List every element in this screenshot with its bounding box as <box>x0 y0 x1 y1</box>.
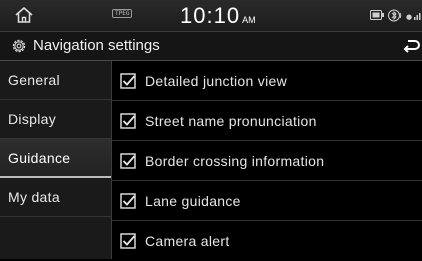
clock-ampm: AM <box>242 15 256 25</box>
home-button[interactable] <box>6 2 42 28</box>
sidebar-item-label: Display <box>8 111 57 127</box>
setting-street-name-pronunciation[interactable]: Street name pronunciation <box>112 101 422 141</box>
checkbox-checked-icon[interactable] <box>120 233 136 249</box>
signal-icon: ● <box>406 12 421 21</box>
status-bar: TPEG 10:10 AM ● <box>0 0 422 32</box>
clock: 10:10 AM <box>180 3 256 29</box>
setting-label: Street name pronunciation <box>145 112 317 129</box>
back-button[interactable] <box>400 36 422 56</box>
page-title: Navigation settings <box>33 37 160 54</box>
setting-detailed-junction-view[interactable]: Detailed junction view <box>112 61 422 101</box>
setting-label: Lane guidance <box>145 192 241 209</box>
sidebar-item-guidance[interactable]: Guidance <box>0 139 111 178</box>
setting-lane-guidance[interactable]: Lane guidance <box>112 181 422 221</box>
checkbox-checked-icon[interactable] <box>120 192 136 209</box>
setting-label: Camera alert <box>145 233 230 249</box>
gear-icon <box>12 39 26 53</box>
svg-text:●: ● <box>406 13 412 21</box>
media-icon <box>370 10 384 20</box>
sidebar-item-general[interactable]: General <box>0 61 111 100</box>
bluetooth-audio-icon <box>388 9 402 21</box>
sidebar: General Display Guidance My data <box>0 61 112 259</box>
sidebar-item-label: Guidance <box>8 150 71 166</box>
title-bar: Navigation settings <box>0 32 422 61</box>
back-arrow-icon <box>403 40 420 53</box>
checkbox-checked-icon[interactable] <box>120 72 136 89</box>
settings-list: Detailed junction view Street name pronu… <box>112 61 422 259</box>
sidebar-item-label: My data <box>8 189 60 205</box>
tpeg-indicator: TPEG <box>112 9 133 18</box>
clock-time: 10:10 <box>180 3 241 28</box>
setting-label: Border crossing information <box>145 152 325 169</box>
home-icon <box>15 7 33 23</box>
sidebar-item-display[interactable]: Display <box>0 100 111 139</box>
sidebar-item-my-data[interactable]: My data <box>0 178 111 217</box>
setting-border-crossing-information[interactable]: Border crossing information <box>112 141 422 181</box>
setting-camera-alert[interactable]: Camera alert <box>112 221 422 261</box>
checkbox-checked-icon[interactable] <box>120 152 136 169</box>
sidebar-item-label: General <box>8 72 60 88</box>
checkbox-checked-icon[interactable] <box>120 112 136 129</box>
status-icons: ● <box>370 8 422 22</box>
setting-label: Detailed junction view <box>145 72 288 89</box>
